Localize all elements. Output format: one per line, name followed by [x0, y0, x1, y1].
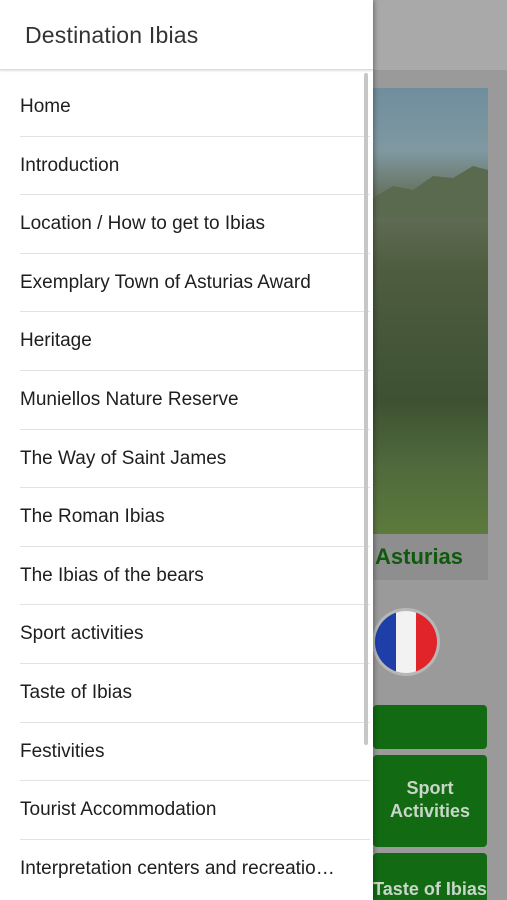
asturias-banner: Asturias — [373, 534, 488, 580]
tile-label: Sport Activities — [389, 778, 471, 821]
menu-item-interpretation-centers[interactable]: Interpretation centers and recreatio… — [20, 840, 370, 899]
background-tile-1[interactable] — [373, 705, 487, 749]
menu-item-location[interactable]: Location / How to get to Ibias — [20, 195, 370, 254]
drawer-scrollbar[interactable] — [364, 73, 368, 745]
menu-item-heritage[interactable]: Heritage — [20, 312, 370, 371]
menu-item-sport-activities[interactable]: Sport activities — [20, 605, 370, 664]
banner-text: Asturias — [375, 544, 464, 569]
menu-item-way-of-saint-james[interactable]: The Way of Saint James — [20, 430, 370, 489]
mountain-ridge — [373, 166, 488, 218]
landscape-photo — [373, 88, 488, 534]
menu-item-ibias-of-bears[interactable]: The Ibias of the bears — [20, 547, 370, 606]
menu-item-tourist-accommodation[interactable]: Tourist Accommodation — [20, 781, 370, 840]
menu-item-roman-ibias[interactable]: The Roman Ibias — [20, 488, 370, 547]
menu-item-festivities[interactable]: Festivities — [20, 723, 370, 782]
menu-item-exemplary-town-award[interactable]: Exemplary Town of Asturias Award — [20, 254, 370, 313]
french-flag-icon[interactable] — [375, 611, 437, 673]
menu-item-home[interactable]: Home — [20, 78, 370, 137]
taste-of-ibias-tile[interactable]: Taste of Ibias — [373, 853, 487, 900]
app-screen: Asturias Sport Activities Taste of Ibias… — [0, 0, 507, 900]
menu-item-introduction[interactable]: Introduction — [20, 137, 370, 196]
sport-activities-tile[interactable]: Sport Activities — [373, 755, 487, 847]
drawer-menu: Home Introduction Location / How to get … — [20, 78, 370, 898]
tile-label: Taste of Ibias — [373, 879, 487, 899]
menu-item-taste-of-ibias[interactable]: Taste of Ibias — [20, 664, 370, 723]
drawer-title: Destination Ibias — [0, 0, 373, 70]
menu-item-muniellos[interactable]: Muniellos Nature Reserve — [20, 371, 370, 430]
navigation-drawer: Destination Ibias Home Introduction Loca… — [0, 0, 373, 900]
